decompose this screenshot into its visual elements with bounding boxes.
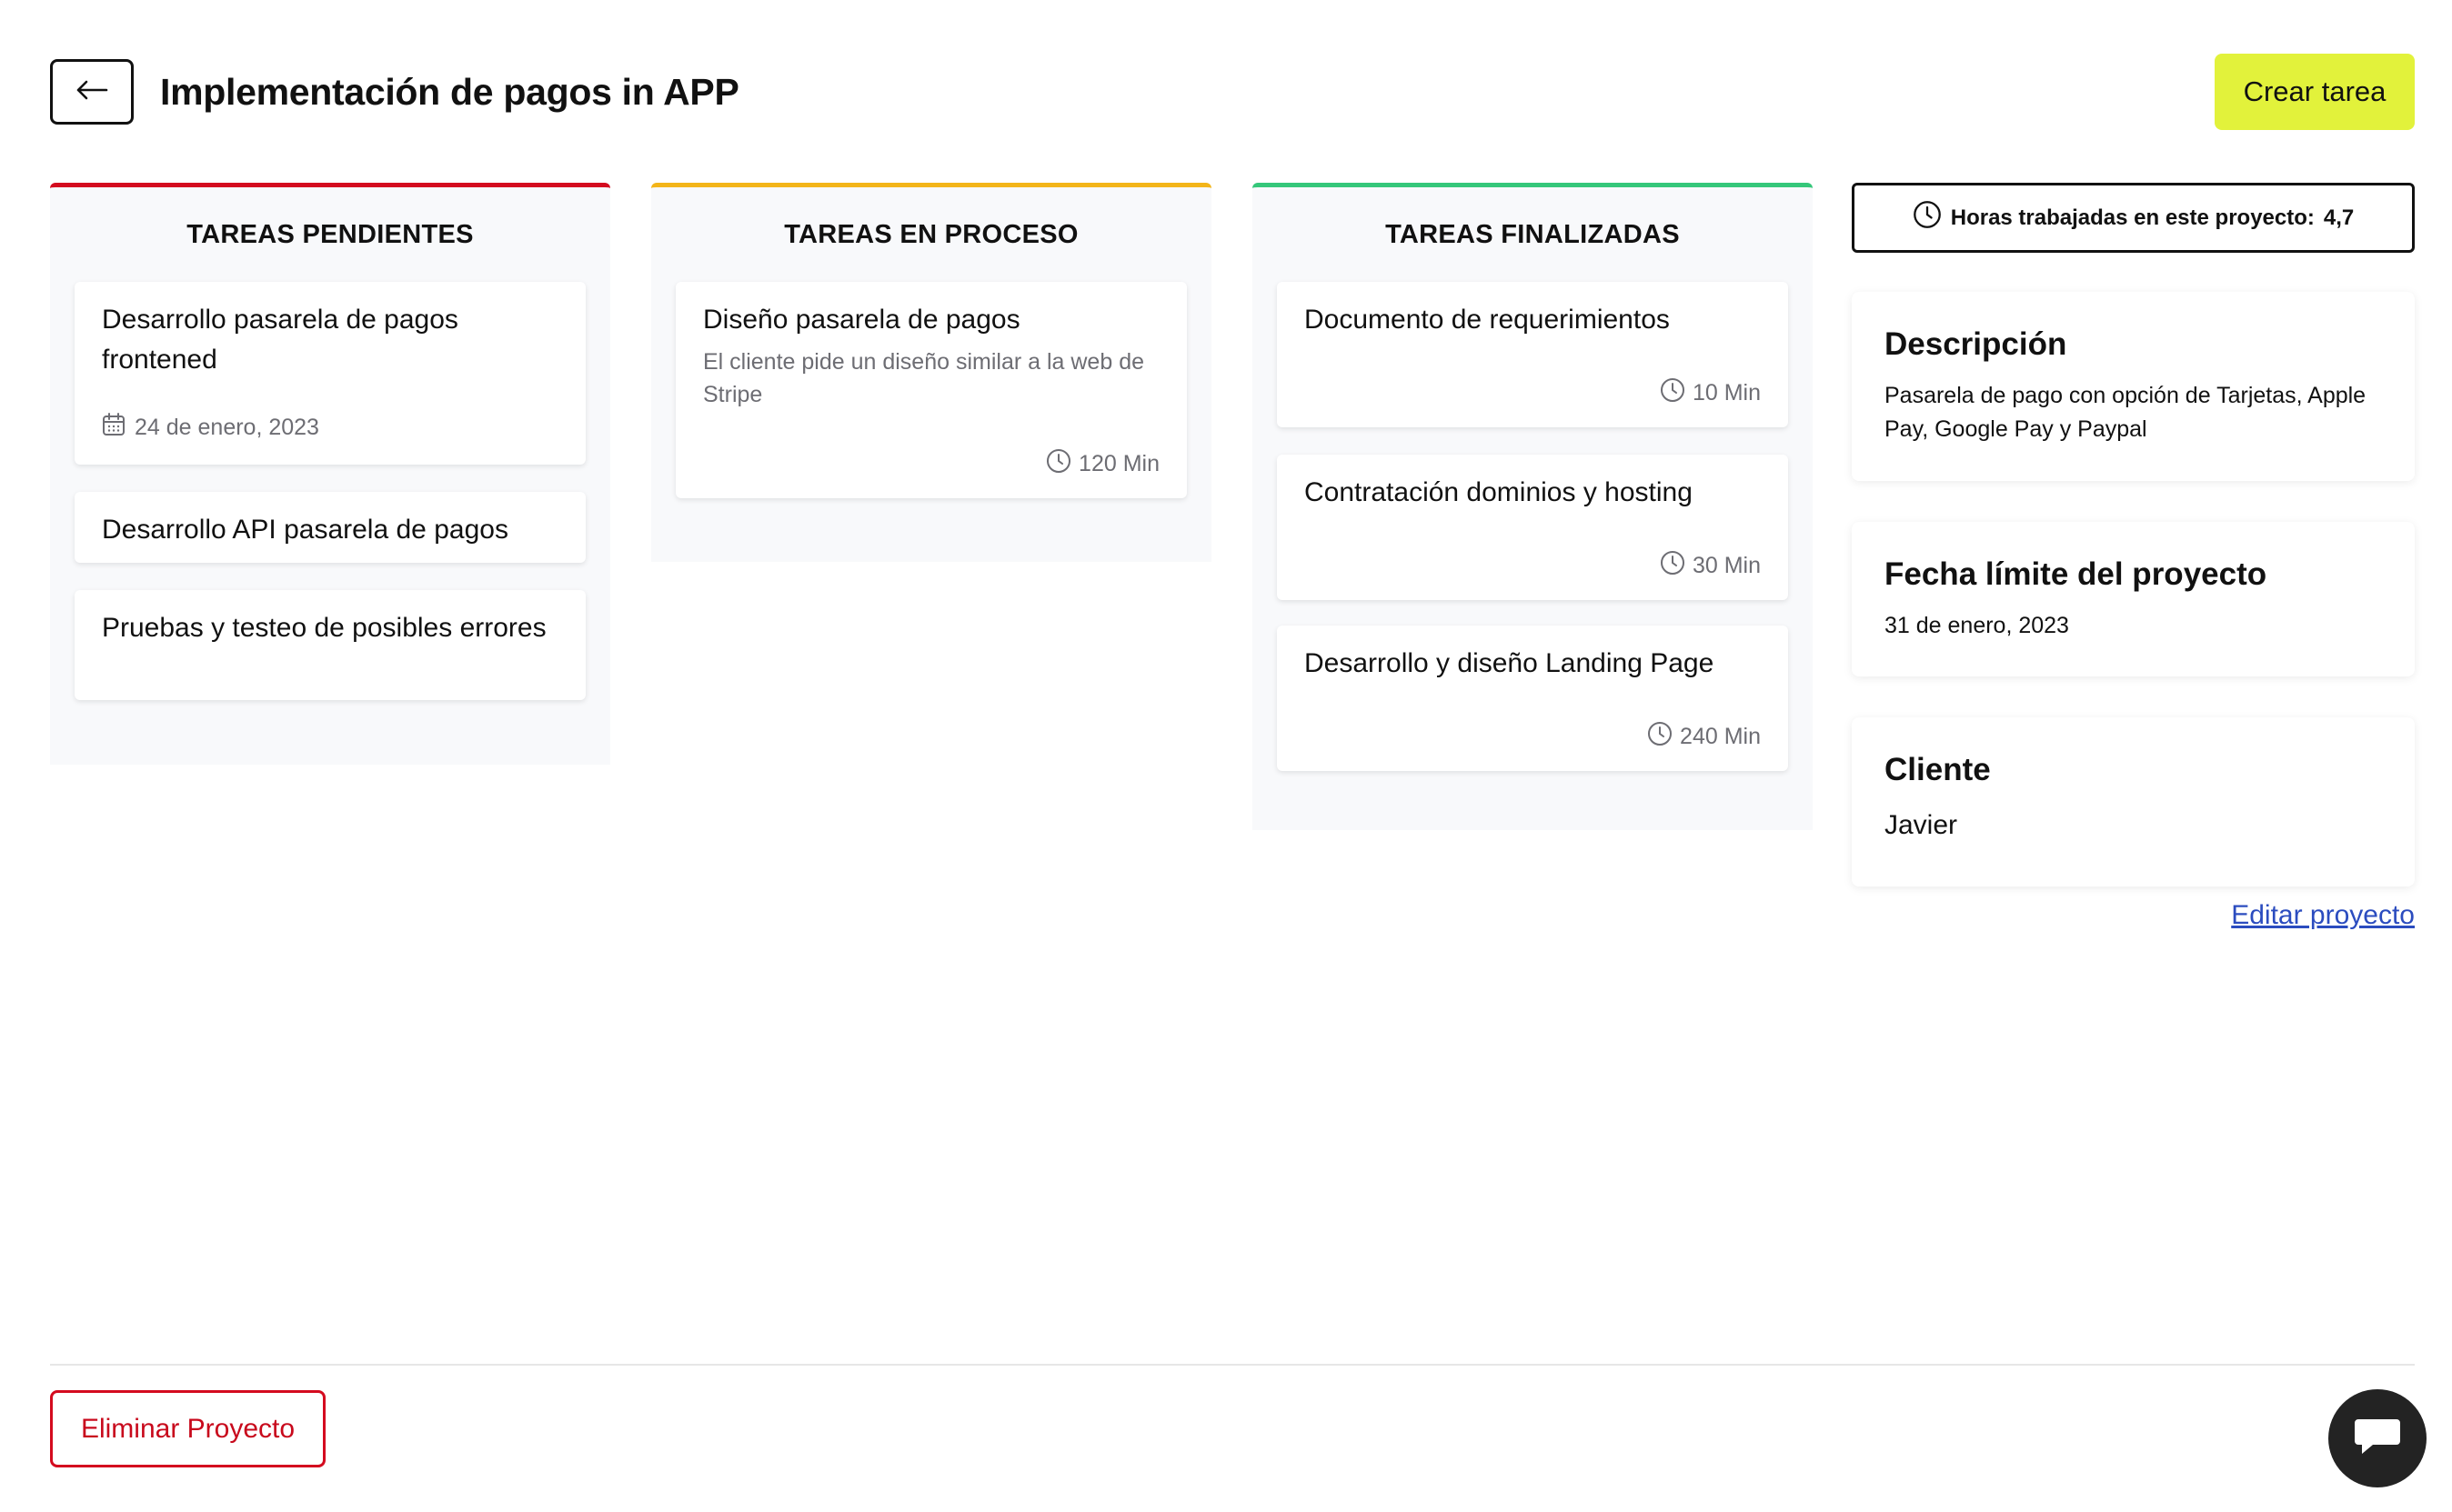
hours-worked-value: 4,7 <box>2323 205 2355 230</box>
clock-icon <box>1913 200 1942 235</box>
column-pending-tasks: TAREAS PENDIENTES Desarrollo pasarela de… <box>50 183 610 765</box>
column-title: TAREAS FINALIZADAS <box>1385 219 1680 249</box>
chat-bubble-icon <box>2353 1414 2402 1464</box>
chat-button[interactable] <box>2328 1389 2427 1487</box>
task-card[interactable]: Pruebas y testeo de posibles errores <box>75 590 586 700</box>
task-title: Desarrollo pasarela de pagos frontened <box>102 305 458 375</box>
clock-icon <box>1647 721 1673 753</box>
task-card[interactable]: Documento de requerimientos 10 Min <box>1277 282 1788 427</box>
edit-project-link[interactable]: Editar proyecto <box>2231 900 2415 931</box>
deadline-text: 31 de enero, 2023 <box>1884 613 2069 638</box>
client-title: Cliente <box>1884 752 1991 787</box>
hours-worked-label: Horas trabajadas en este proyecto: <box>1950 205 2315 230</box>
task-time: 30 Min <box>1660 550 1761 582</box>
task-card[interactable]: Desarrollo y diseño Landing Page 240 Min <box>1277 626 1788 771</box>
task-card[interactable]: Desarrollo pasarela de pagos frontened 2… <box>75 282 586 465</box>
column-in-process-tasks: TAREAS EN PROCESO Diseño pasarela de pag… <box>651 183 1211 562</box>
create-task-button[interactable]: Crear tarea <box>2215 54 2415 130</box>
deadline-card: Fecha límite del proyecto 31 de enero, 2… <box>1852 522 2415 676</box>
back-button[interactable] <box>50 59 134 125</box>
task-time-text: 30 Min <box>1692 553 1761 578</box>
hours-worked-box: Horas trabajadas en este proyecto: 4,7 <box>1852 183 2415 253</box>
task-card[interactable]: Desarrollo API pasarela de pagos <box>75 492 586 563</box>
task-title: Diseño pasarela de pagos <box>703 305 1020 335</box>
task-time: 240 Min <box>1647 721 1761 753</box>
footer-divider <box>50 1364 2415 1366</box>
task-time-text: 120 Min <box>1079 451 1160 476</box>
delete-project-button[interactable]: Eliminar Proyecto <box>50 1390 326 1467</box>
task-time: 120 Min <box>1046 448 1160 480</box>
task-card[interactable]: Diseño pasarela de pagos El cliente pide… <box>676 282 1187 498</box>
column-title: TAREAS PENDIENTES <box>186 219 474 249</box>
task-title: Desarrollo y diseño Landing Page <box>1304 648 1714 678</box>
description-title: Descripción <box>1884 326 2067 362</box>
clock-icon <box>1660 377 1685 409</box>
task-time-text: 240 Min <box>1680 724 1761 749</box>
task-date-text: 24 de enero, 2023 <box>135 415 319 440</box>
task-card[interactable]: Contratación dominios y hosting 30 Min <box>1277 455 1788 600</box>
task-title: Pruebas y testeo de posibles errores <box>102 613 547 643</box>
task-title: Documento de requerimientos <box>1304 305 1670 335</box>
task-title: Contratación dominios y hosting <box>1304 477 1693 507</box>
clock-icon <box>1046 448 1071 480</box>
task-due-date: 24 de enero, 2023 <box>102 413 558 443</box>
column-title: TAREAS EN PROCESO <box>784 219 1079 249</box>
task-time: 10 Min <box>1660 377 1761 409</box>
column-finished-tasks: TAREAS FINALIZADAS Documento de requerim… <box>1252 183 1813 830</box>
task-title: Desarrollo API pasarela de pagos <box>102 515 508 545</box>
task-description: El cliente pide un diseño similar a la w… <box>703 349 1144 407</box>
client-card: Cliente Javier <box>1852 717 2415 886</box>
page-title: Implementación de pagos in APP <box>160 71 739 113</box>
task-time-text: 10 Min <box>1692 380 1761 406</box>
calendar-icon <box>102 413 126 443</box>
description-card: Descripción Pasarela de pago con opción … <box>1852 292 2415 481</box>
client-name: Javier <box>1884 810 1958 840</box>
deadline-title: Fecha límite del proyecto <box>1884 556 2267 592</box>
description-text: Pasarela de pago con opción de Tarjetas,… <box>1884 383 2367 442</box>
arrow-left-icon <box>75 79 108 105</box>
clock-icon <box>1660 550 1685 582</box>
